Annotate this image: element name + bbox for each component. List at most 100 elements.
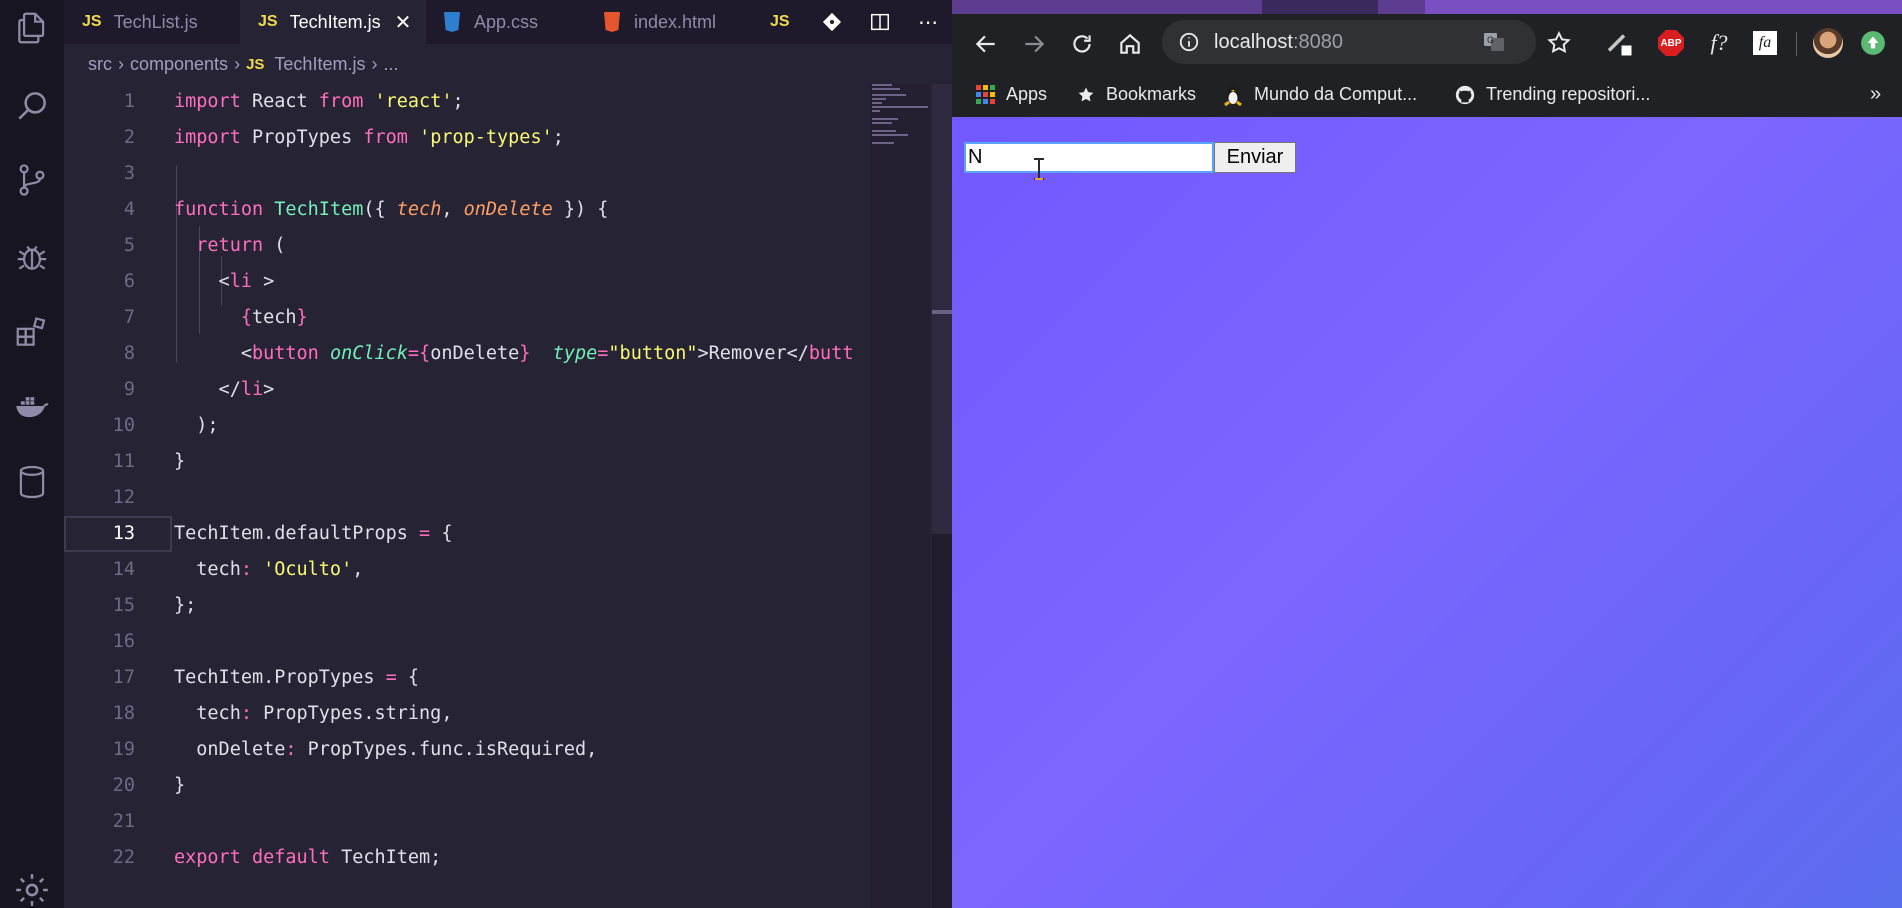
code-line: 4 function TechItem({ tech, onDelete }) { bbox=[123, 199, 609, 220]
editor-tab-bar: JS TechList.js JS TechItem.js ✕ App.css … bbox=[64, 0, 952, 44]
bookmarks-bar: Apps Bookmarks Mundo da Comput... Trendi… bbox=[952, 72, 1902, 117]
scroll-position-marker bbox=[932, 310, 952, 314]
url-text: localhost:8080 bbox=[1214, 30, 1343, 53]
bookmark-apps[interactable]: Apps bbox=[976, 72, 1047, 117]
code-line: 7 {tech} bbox=[123, 307, 308, 328]
code-line: 17 TechItem.PropTypes = { bbox=[112, 667, 420, 688]
code-line: 9 </li> bbox=[123, 379, 275, 400]
star-icon bbox=[1076, 85, 1096, 105]
tab-techitem[interactable]: JS TechItem.js ✕ bbox=[240, 0, 426, 44]
extensions-icon[interactable] bbox=[12, 312, 52, 352]
database-icon[interactable] bbox=[12, 462, 52, 502]
chevron-right-icon: › bbox=[234, 53, 241, 74]
code-line: 21 bbox=[112, 811, 135, 832]
address-bar[interactable]: localhost:8080 G bbox=[1162, 20, 1536, 64]
docker-icon[interactable] bbox=[12, 386, 52, 426]
split-editor-icon[interactable] bbox=[856, 11, 904, 33]
code-line: 2 import PropTypes from 'prop-types'; bbox=[123, 127, 564, 148]
code-line: 8 <button onClick={onDelete} type="butto… bbox=[123, 343, 854, 364]
code-line: 18 tech: PropTypes.string, bbox=[112, 703, 453, 724]
code-line: 6 <li > bbox=[123, 271, 275, 292]
chevron-right-icon: › bbox=[118, 53, 124, 74]
bookmarks-overflow-button[interactable]: » bbox=[1870, 72, 1881, 117]
page-viewport: Enviar bbox=[952, 117, 1902, 908]
bookmark-bookmarks[interactable]: Bookmarks bbox=[1076, 72, 1196, 117]
browser-tab-strip bbox=[952, 0, 1902, 14]
breadcrumb: src › components › JS TechItem.js › ... bbox=[64, 44, 952, 84]
tab-label: TechList.js bbox=[113, 11, 198, 32]
chevron-right-icon: › bbox=[371, 53, 378, 74]
code-line: 11} bbox=[112, 451, 186, 472]
breadcrumb-more[interactable]: ... bbox=[383, 54, 398, 75]
pen-extension-icon[interactable] bbox=[1602, 28, 1636, 58]
search-icon[interactable] bbox=[12, 86, 52, 126]
source-control-icon[interactable] bbox=[12, 160, 52, 200]
tech-form: Enviar bbox=[964, 142, 1296, 173]
apps-grid-icon bbox=[976, 84, 996, 105]
tab-label: index.html bbox=[634, 11, 717, 32]
editor-scrollbar[interactable] bbox=[932, 84, 952, 908]
debug-icon[interactable] bbox=[12, 236, 52, 276]
bookmark-trending-repositories[interactable]: Trending repositori... bbox=[1454, 72, 1650, 117]
enviar-button[interactable]: Enviar bbox=[1214, 142, 1296, 173]
tab-overflow-js[interactable]: JS bbox=[752, 0, 792, 44]
tech-input[interactable] bbox=[964, 142, 1214, 173]
minimap[interactable] bbox=[870, 84, 930, 908]
editor-actions: ⋯ bbox=[808, 0, 952, 44]
javascript-file-icon: JS bbox=[246, 55, 265, 73]
code-line: 10 ); bbox=[112, 415, 219, 436]
bookmark-mundo-computacao[interactable]: Mundo da Comput... bbox=[1222, 72, 1417, 117]
code-line: 12 bbox=[112, 487, 135, 508]
git-compare-icon[interactable] bbox=[808, 11, 856, 33]
code-line: 5 return ( bbox=[123, 235, 286, 256]
toolbar-divider bbox=[1796, 32, 1797, 56]
avatar[interactable] bbox=[1812, 28, 1844, 58]
browser-toolbar: localhost:8080 G ABP f? fa bbox=[952, 14, 1902, 72]
svg-text:G: G bbox=[1487, 35, 1494, 45]
tab-techlist[interactable]: JS TechList.js bbox=[64, 0, 240, 44]
bookmark-star-icon[interactable] bbox=[1546, 30, 1572, 60]
code-line: 16 bbox=[112, 631, 135, 652]
tab-label: TechItem.js bbox=[289, 11, 381, 32]
code-line: 14 tech: 'Oculto', bbox=[112, 559, 364, 580]
update-icon[interactable] bbox=[1858, 28, 1888, 58]
close-tab-icon[interactable]: ✕ bbox=[395, 10, 412, 35]
code-line: 1 import React from 'react'; bbox=[123, 91, 464, 112]
forward-icon[interactable] bbox=[1016, 26, 1052, 62]
translate-icon[interactable]: G bbox=[1482, 30, 1506, 58]
tab-app-css[interactable]: App.css bbox=[426, 0, 586, 44]
breadcrumb-src[interactable]: src bbox=[88, 54, 112, 75]
code-line: 20} bbox=[112, 775, 186, 796]
breadcrumb-components[interactable]: components bbox=[130, 54, 228, 75]
site-info-icon[interactable] bbox=[1178, 31, 1200, 57]
javascript-file-icon: JS bbox=[82, 13, 102, 30]
adblock-plus-icon[interactable]: ABP bbox=[1654, 28, 1688, 58]
browser-window: localhost:8080 G ABP f? fa Apps Bookmark… bbox=[952, 0, 1902, 908]
reload-icon[interactable] bbox=[1064, 26, 1100, 62]
vscode-window: JS TechList.js JS TechItem.js ✕ App.css … bbox=[0, 0, 952, 908]
back-icon[interactable] bbox=[968, 26, 1004, 62]
code-line-current: 13 TechItem.defaultProps = { bbox=[112, 523, 453, 544]
home-icon[interactable] bbox=[1112, 26, 1148, 62]
breadcrumb-file[interactable]: TechItem.js bbox=[274, 54, 365, 75]
code-line: 3 bbox=[123, 163, 135, 184]
code-line: 22 export default TechItem; bbox=[112, 847, 442, 868]
html5-icon bbox=[604, 12, 620, 32]
browser-tab[interactable] bbox=[1262, 0, 1378, 14]
javascript-file-icon: JS bbox=[258, 13, 278, 30]
scroll-thumb[interactable] bbox=[932, 84, 952, 534]
code-editor[interactable]: 1 import React from 'react'; 2 import Prop… bbox=[64, 84, 870, 908]
tab-index-html[interactable]: index.html bbox=[586, 0, 752, 44]
more-actions-icon[interactable]: ⋯ bbox=[904, 10, 952, 34]
browser-tab[interactable] bbox=[1425, 0, 1902, 14]
css3-icon bbox=[444, 12, 460, 32]
activity-bar bbox=[0, 0, 64, 908]
tab-label: App.css bbox=[474, 11, 539, 32]
explorer-icon[interactable] bbox=[12, 8, 52, 48]
font-awesome-extension-icon[interactable]: fa bbox=[1750, 28, 1780, 58]
settings-gear-icon[interactable] bbox=[12, 870, 52, 908]
github-icon bbox=[1454, 84, 1476, 106]
code-line: 15}; bbox=[112, 595, 197, 616]
javascript-file-icon: JS bbox=[770, 13, 790, 30]
formula-extension-icon[interactable]: f? bbox=[1700, 28, 1738, 58]
